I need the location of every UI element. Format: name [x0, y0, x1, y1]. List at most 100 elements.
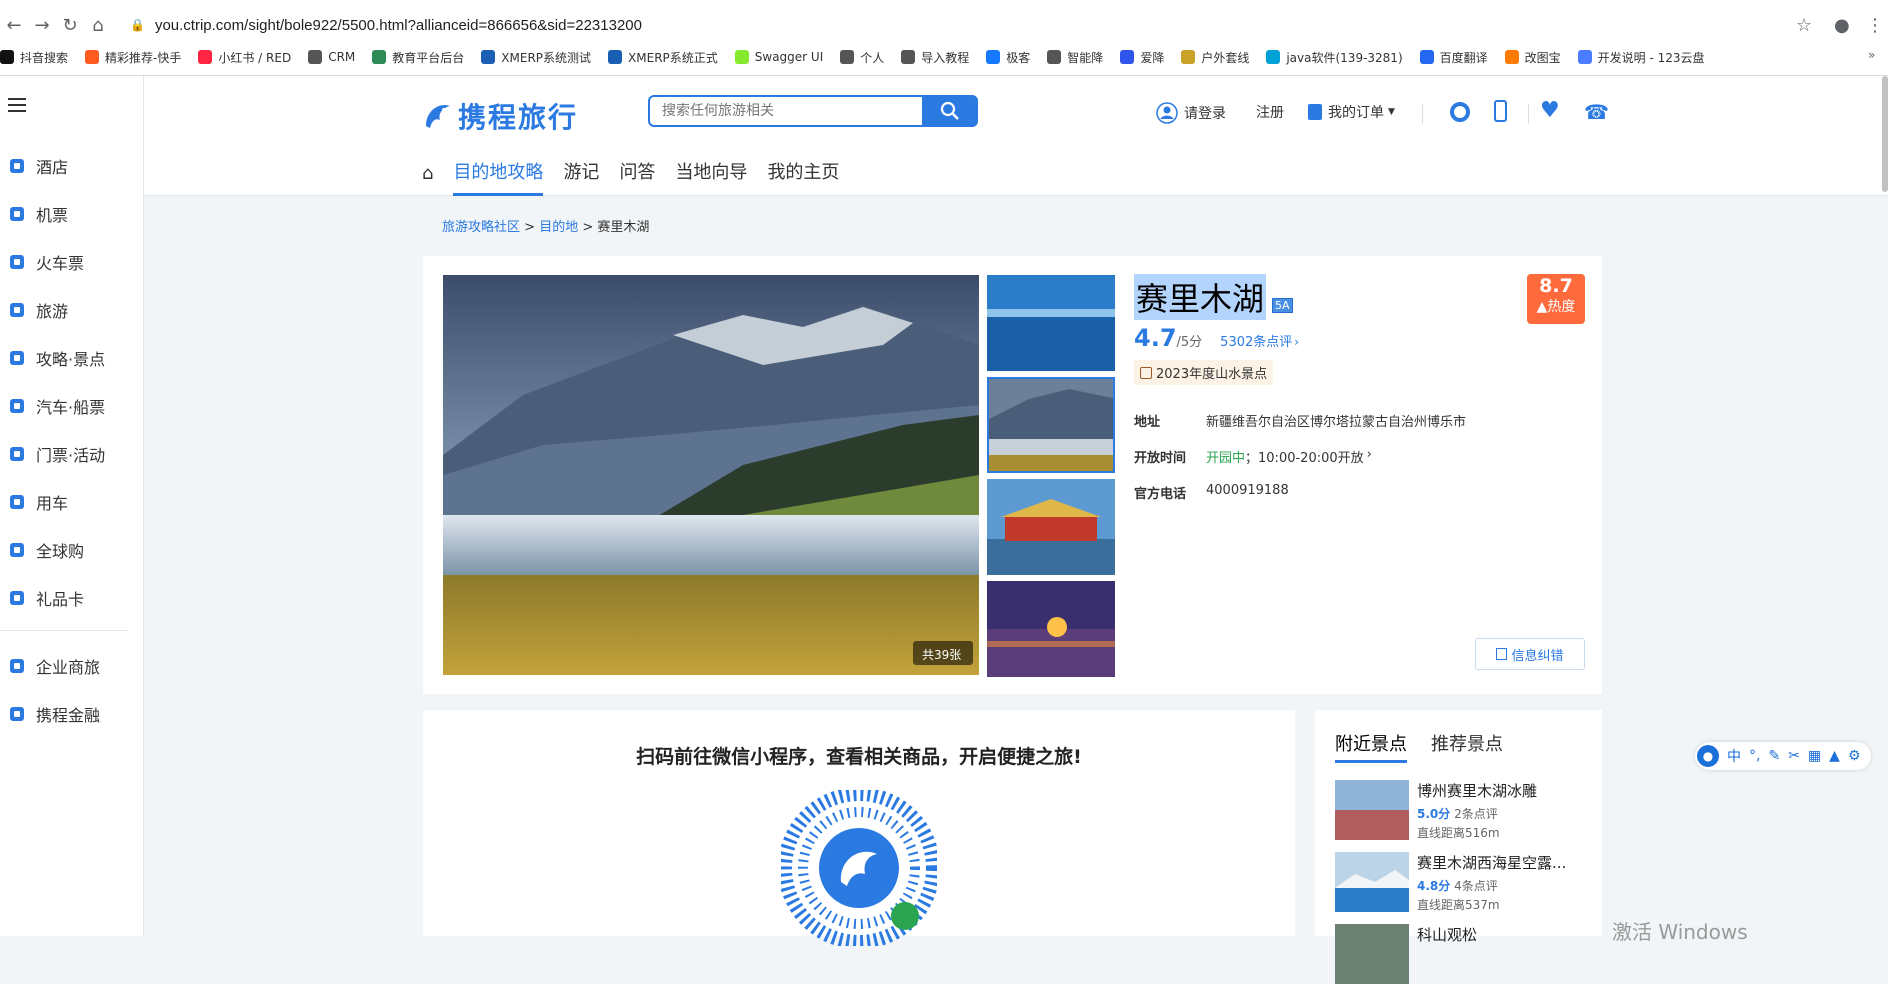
- ime-toolbar[interactable]: ● 中 °, ✎ ✂ ▦ ▲ ⚙: [1695, 742, 1871, 770]
- phone-row: 官方电话 4000919188: [1134, 483, 1289, 502]
- sidebar-item-car[interactable]: 用车: [8, 490, 68, 514]
- thumbnail-2-selected[interactable]: [987, 377, 1115, 473]
- bookmark-favicon-icon: [734, 50, 749, 64]
- thumbnail-4[interactable]: [987, 581, 1115, 677]
- tab-recommended[interactable]: 推荐景点: [1431, 730, 1503, 763]
- profile-icon[interactable]: ●: [1834, 15, 1850, 36]
- nav-my-home[interactable]: 我的主页: [767, 158, 839, 196]
- hours-row[interactable]: 开放时间 开园中 ；10:00-20:00开放 ›: [1134, 447, 1372, 466]
- menu-icon[interactable]: ⋮: [1866, 15, 1884, 36]
- hotel-icon: [8, 157, 26, 175]
- nearby-card: 附近景点 推荐景点 博州赛里木湖冰雕 5.0分 2条点评 直线距离516m 赛里…: [1315, 710, 1602, 984]
- nav-qa[interactable]: 问答: [619, 158, 655, 196]
- ime-scissors-icon[interactable]: ✂: [1788, 748, 1800, 764]
- sidebar-item-travel[interactable]: 旅游: [8, 298, 68, 322]
- bookmark-item[interactable]: 精彩推荐-快手: [85, 49, 181, 66]
- bookmark-item[interactable]: java软件(139-3281): [1266, 49, 1403, 66]
- sidebar-item-hotel[interactable]: 酒店: [8, 154, 68, 178]
- nearby-item[interactable]: 科山观松: [1335, 924, 1477, 984]
- register-link[interactable]: 注册: [1256, 102, 1284, 122]
- sidebar-item-train[interactable]: 火车票: [8, 250, 84, 274]
- thumbnail-1[interactable]: [987, 275, 1115, 371]
- ctrip-logo[interactable]: 携程旅行: [422, 96, 578, 136]
- nav-travelogue[interactable]: 游记: [563, 158, 599, 196]
- main-photo[interactable]: 共39张: [443, 275, 979, 675]
- sidebar-item-gift-card[interactable]: 礼品卡: [8, 586, 84, 610]
- nav-local-guide[interactable]: 当地向导: [675, 158, 747, 196]
- ime-skin-icon[interactable]: ▲: [1829, 748, 1840, 764]
- award-tag[interactable]: 2023年度山水景点: [1134, 360, 1274, 385]
- sidebar-item-finance[interactable]: 携程金融: [8, 702, 100, 726]
- nav-home-icon[interactable]: ⌂: [422, 163, 433, 196]
- hours-status: 开园中: [1206, 451, 1246, 466]
- windows-activation-watermark: 激活 Windows: [1612, 920, 1748, 944]
- reload-icon[interactable]: ↻: [56, 11, 84, 39]
- bookmark-item[interactable]: 教育平台后台: [372, 49, 464, 66]
- ime-settings-icon[interactable]: ⚙: [1848, 748, 1861, 764]
- bookmark-label: CRM: [328, 50, 356, 64]
- bookmark-item[interactable]: 户外套线: [1181, 49, 1249, 66]
- nearby-item[interactable]: 博州赛里木湖冰雕 5.0分 2条点评 直线距离516m: [1335, 780, 1537, 841]
- search-button[interactable]: [922, 95, 978, 127]
- bookmark-item[interactable]: 个人: [840, 49, 884, 66]
- qr-code-icon[interactable]: [781, 790, 937, 946]
- breadcrumb-destination[interactable]: 目的地: [539, 220, 578, 235]
- nav-destination-guide[interactable]: 目的地攻略: [453, 158, 544, 196]
- search-input[interactable]: [650, 97, 920, 125]
- bookmark-label: 个人: [860, 50, 885, 65]
- favorites-icon[interactable]: ♥: [1540, 98, 1560, 123]
- address-row: 地址 新疆维吾尔自治区博尔塔拉蒙古自治州博乐市: [1134, 411, 1466, 430]
- back-icon[interactable]: ←: [0, 11, 28, 39]
- sidebar-item-business[interactable]: 企业商旅: [8, 654, 100, 678]
- customer-service-icon[interactable]: [1450, 102, 1470, 122]
- sidebar-item-globe[interactable]: 全球购: [8, 538, 84, 562]
- my-orders-link[interactable]: 我的订单 ▼: [1308, 102, 1395, 122]
- correction-button[interactable]: 信息纠错: [1475, 638, 1585, 670]
- review-count-link[interactable]: 5302条点评: [1220, 331, 1292, 350]
- sidebar-item-plane[interactable]: 机票: [8, 202, 68, 226]
- bookmark-item[interactable]: CRM: [308, 50, 355, 64]
- hamburger-icon[interactable]: [8, 98, 26, 112]
- lock-icon: 🔒: [130, 18, 145, 32]
- home-icon[interactable]: ⌂: [84, 11, 112, 39]
- chat-icon[interactable]: ☎: [1584, 100, 1609, 124]
- scrollbar[interactable]: [1882, 76, 1888, 192]
- bookmark-item[interactable]: 爱降: [1120, 49, 1164, 66]
- more-bookmarks-icon[interactable]: »: [1868, 48, 1875, 62]
- forward-icon[interactable]: →: [28, 11, 56, 39]
- bookmark-item[interactable]: 智能降: [1047, 49, 1103, 66]
- search-box[interactable]: [648, 95, 978, 127]
- sidebar-item-label: 全球购: [36, 542, 85, 561]
- bookmark-label: 教育平台后台: [392, 50, 465, 65]
- bookmark-item[interactable]: 小红书 / RED: [198, 49, 291, 66]
- star-icon[interactable]: ☆: [1796, 15, 1812, 36]
- url-text[interactable]: you.ctrip.com/sight/bole922/5500.html?al…: [155, 17, 642, 34]
- bookmark-label: 导入教程: [921, 50, 970, 65]
- bookmark-item[interactable]: 导入教程: [901, 49, 969, 66]
- search-icon: [940, 101, 959, 120]
- bookmark-item[interactable]: Swagger UI: [734, 50, 823, 64]
- nearby-name: 科山观松: [1417, 926, 1478, 944]
- sidebar-item-guide[interactable]: 攻略·景点: [8, 346, 105, 370]
- tab-nearby[interactable]: 附近景点: [1335, 730, 1407, 763]
- bookmark-item[interactable]: 极客: [986, 49, 1030, 66]
- breadcrumb-community[interactable]: 旅游攻略社区: [442, 220, 520, 235]
- bookmark-item[interactable]: XMERP系统正式: [608, 49, 718, 66]
- sidebar-item-ticket[interactable]: 门票·活动: [8, 442, 105, 466]
- nearby-item[interactable]: 赛里木湖西海星空露... 4.8分 4条点评 直线距离537m: [1335, 852, 1566, 913]
- bookmark-item[interactable]: 抖音搜索: [0, 49, 68, 66]
- bookmark-item[interactable]: 百度翻译: [1419, 49, 1488, 66]
- sidebar-item-bus[interactable]: 汽车·船票: [8, 394, 105, 418]
- ticket-icon: [8, 445, 26, 463]
- bookmark-item[interactable]: 开发说明 - 123云盘: [1577, 49, 1705, 66]
- ime-lang-label[interactable]: 中: [1727, 746, 1741, 766]
- bookmark-item[interactable]: XMERP系统测试: [481, 49, 591, 66]
- bookmark-item[interactable]: 改图宝: [1504, 49, 1561, 66]
- mobile-icon[interactable]: [1494, 100, 1507, 122]
- thumbnail-3[interactable]: [987, 479, 1115, 575]
- business-icon: [8, 657, 26, 675]
- ime-punct-icon[interactable]: °,: [1749, 748, 1760, 764]
- ime-keyboard-icon[interactable]: ▦: [1808, 748, 1821, 764]
- login-link[interactable]: 请登录: [1156, 102, 1226, 124]
- ime-pen-icon[interactable]: ✎: [1768, 748, 1780, 764]
